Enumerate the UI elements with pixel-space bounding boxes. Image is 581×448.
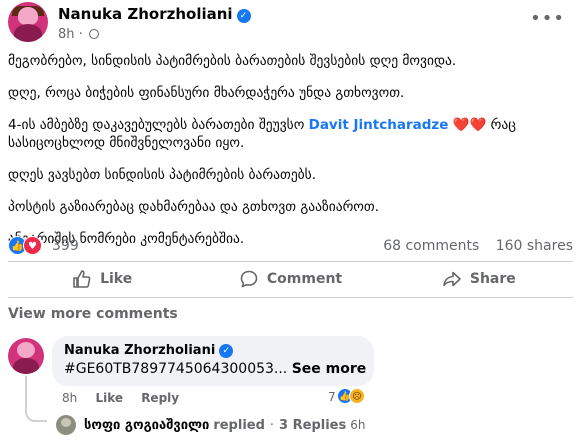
view-more-comments-link[interactable]: View more comments [8, 306, 178, 322]
globe-icon [88, 29, 99, 39]
post-paragraph: დღეს ვავსებთ სინდისის პატიმრების ბარათებ… [8, 167, 317, 183]
comment-reply-button[interactable]: Reply [141, 391, 179, 405]
action-bar: Like Comment Share [8, 263, 573, 295]
see-more-link[interactable]: See more [292, 361, 367, 377]
post-paragraph: დღე, როცა ბიჭების ფინანსური მხარდაჭერა უ… [8, 85, 405, 101]
comment-author[interactable]: Nanuka Zhorzholiani [64, 343, 215, 358]
engagement-counts: 68 comments 160 shares [371, 238, 573, 254]
sad-face-icon: ☹ [349, 388, 365, 404]
comment-button[interactable]: Comment [196, 263, 384, 295]
replier-avatar [56, 415, 76, 435]
replied-label: replied [213, 417, 265, 433]
speech-bubble-icon [240, 270, 258, 288]
share-label: Share [469, 271, 516, 287]
heart-icon: ♥ [23, 236, 42, 255]
comment-reaction-count: 7 [328, 390, 336, 404]
comment-meta: 8h Like Reply [62, 391, 193, 405]
meta-separator: · [78, 27, 83, 42]
comment-label: Comment [266, 271, 343, 287]
post-stats: 👍 ♥ 399 68 comments 160 shares [8, 236, 573, 256]
post-header: Nanuka Zhorzholiani ✓ 8h · ••• [8, 2, 573, 46]
like-button[interactable]: Like [8, 263, 196, 295]
comment-time: 8h [62, 391, 78, 405]
author-name[interactable]: Nanuka Zhorzholiani [58, 5, 233, 23]
avatar-face [18, 7, 38, 25]
author-avatar[interactable] [8, 2, 48, 42]
post-meta: 8h · [58, 27, 99, 42]
like-label: Like [100, 271, 133, 287]
reply-time: 6h [350, 418, 366, 432]
post-time[interactable]: 8h [58, 27, 75, 42]
divider [8, 297, 573, 298]
verified-badge-icon: ✓ [236, 9, 251, 23]
comment-text-row: #GE60TB7897745064300053... See more [64, 361, 366, 377]
avatar-face [17, 342, 35, 358]
comment-like-button[interactable]: Like [95, 391, 123, 405]
shares-count[interactable]: 160 shares [496, 238, 573, 254]
author-name-row: Nanuka Zhorzholiani ✓ [58, 5, 251, 23]
thumbs-up-icon [73, 270, 91, 288]
replies-summary[interactable]: სოფი გოგიაშვილი replied · 3 Replies 6h [56, 414, 365, 436]
replier-name: სოფი გოგიაშვილი [84, 417, 210, 433]
paragraph-text: 4-ის ამბებზე დაკავებულებს ბარათები შეუვს… [8, 117, 305, 133]
heart-emoji: ❤️❤️ [452, 117, 487, 133]
thread-connector-line [25, 376, 47, 422]
comments-count[interactable]: 68 comments [383, 238, 479, 254]
reaction-icons[interactable]: 👍 ♥ [8, 236, 46, 256]
post-paragraph-mention: 4-ის ამბებზე დაკავებულებს ბარათები შეუვს… [8, 116, 573, 152]
more-options-icon[interactable]: ••• [530, 8, 565, 29]
comment-bubble: Nanuka Zhorzholiani ✓ #GE60TB789774506430… [52, 336, 374, 386]
reaction-count[interactable]: 399 [52, 238, 79, 254]
share-button[interactable]: Share [385, 263, 573, 295]
comment-text: #GE60TB7897745064300053... [64, 361, 288, 377]
reply-separator: · [269, 417, 275, 433]
share-arrow-icon [443, 271, 461, 287]
verified-badge-icon: ✓ [219, 344, 234, 358]
avatar-body [13, 358, 39, 374]
post-body: მეგობრებო, სინდისის პატიმრების ბარათების… [8, 52, 573, 262]
post-paragraph: პოსტის გაზიარებაც დახმარებაა და გთხოვთ გ… [8, 199, 380, 215]
post-paragraph: მეგობრებო, სინდისის პატიმრების ბარათების… [8, 53, 457, 69]
divider [8, 261, 573, 262]
avatar-body [14, 24, 42, 42]
commenter-avatar[interactable] [8, 338, 44, 374]
replies-count[interactable]: 3 Replies [279, 418, 346, 433]
mention-link[interactable]: Davit Jintcharadze [309, 117, 449, 133]
comment-author-row: Nanuka Zhorzholiani ✓ [64, 343, 362, 358]
